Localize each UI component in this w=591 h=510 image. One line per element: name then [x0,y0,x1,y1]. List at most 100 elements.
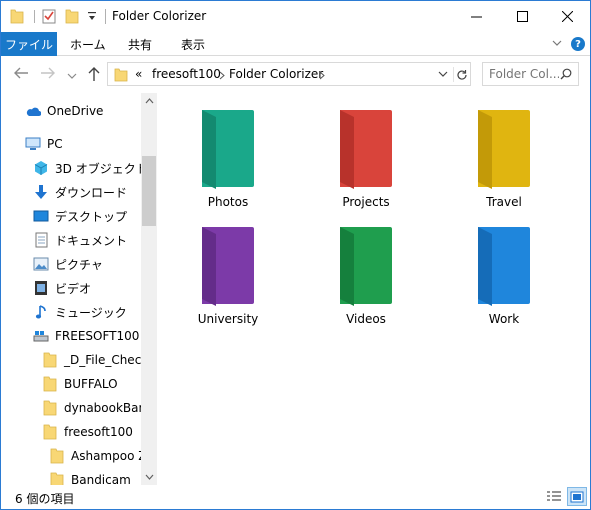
nav-item-pc[interactable]: PC [25,133,63,155]
nav-folder-bandicam[interactable]: Bandicam [49,469,131,485]
nav-item-videos[interactable]: ビデオ [33,277,91,299]
explorer-window: Folder Colorizer ファイル ホーム 共有 表示 ? « free… [0,0,591,510]
properties-icon[interactable] [42,8,56,27]
nav-folder-ashampoo[interactable]: Ashampoo ZI [49,445,150,467]
pc-icon [25,136,41,152]
download-icon [33,184,49,200]
search-box[interactable] [482,62,579,86]
ribbon-tabs: ファイル ホーム 共有 表示 ? [1,32,590,56]
navigation-bar: « freesoft100 Folder Colorizer [1,57,590,93]
folder-icon [42,400,58,416]
search-input[interactable] [489,67,559,81]
nav-folder-freesoft100[interactable]: freesoft100 [42,421,133,443]
scrollbar-thumb[interactable] [142,156,156,226]
search-icon[interactable] [560,68,572,83]
up-arrow-icon[interactable] [87,66,101,85]
nav-label: freesoft100 [64,425,133,439]
new-folder-icon[interactable] [65,8,79,27]
folder-name: Travel [486,195,522,209]
tab-file[interactable]: ファイル [1,32,57,56]
nav-label: ミュージック [55,305,127,320]
3d-objects-icon [33,160,49,176]
scroll-up-icon[interactable] [141,93,157,109]
folder-icon [42,376,58,392]
folder-name: Videos [346,312,386,326]
nav-label: ピクチャ [55,257,103,272]
back-arrow-icon[interactable] [13,66,29,83]
item-count: 6 個の項目 [15,492,75,506]
nav-label: BUFFALO [64,377,118,391]
folder-icon [42,424,58,440]
address-bar[interactable]: « freesoft100 Folder Colorizer [107,62,471,86]
folder-icon [10,8,24,27]
details-view-icon[interactable] [545,489,563,505]
nav-item-desktop[interactable]: デスクトップ [33,205,127,227]
nav-label: ダウンロード [55,185,128,200]
status-bar: 6 個の項目 [1,485,590,509]
title-bar: Folder Colorizer [1,1,590,32]
breadcrumb-freesoft100[interactable]: freesoft100 [152,67,221,81]
pictures-icon [33,256,49,272]
document-icon [33,232,49,248]
nav-item-documents[interactable]: ドキュメント [33,229,127,251]
folder-name: Work [488,312,520,326]
scroll-down-icon[interactable] [141,469,157,485]
folder-icon [42,352,58,368]
expand-ribbon-icon[interactable] [551,37,563,52]
colored-folder-icon [202,110,254,189]
close-button[interactable] [544,1,590,31]
refresh-icon[interactable] [453,67,470,82]
nav-label: OneDrive [47,104,104,118]
folder-name: University [197,312,259,326]
drive-icon [33,328,49,344]
window-title: Folder Colorizer [112,9,207,23]
nav-folder-dynabook[interactable]: dynabookBann [42,397,154,419]
folder-tile-photos[interactable]: Photos [173,107,283,217]
folder-tile-projects[interactable]: Projects [311,107,421,217]
chevron-right-icon[interactable] [319,69,325,83]
maximize-button[interactable] [499,1,545,31]
folder-icon [114,67,128,85]
nav-item-drive-c[interactable]: FREESOFT100 (C: [33,325,157,347]
separator [34,10,35,23]
nav-item-onedrive[interactable]: OneDrive [25,100,103,122]
folder-tile-university[interactable]: University [173,224,283,334]
folder-name: Photos [207,195,249,209]
customize-toolbar-icon[interactable] [87,10,97,25]
nav-label: デスクトップ [55,209,128,224]
tab-share[interactable]: 共有 [128,32,152,56]
minimize-button[interactable] [453,1,499,31]
music-icon [33,304,49,320]
nav-scrollbar[interactable] [141,93,157,485]
forward-arrow-icon[interactable] [40,66,56,83]
nav-label: PC [47,137,63,151]
separator [105,9,106,24]
folder-icon [49,448,65,464]
onedrive-icon [25,103,41,119]
nav-item-3d-objects[interactable]: 3D オブジェクト [33,157,148,179]
nav-item-music[interactable]: ミュージック [33,301,127,323]
tab-view[interactable]: 表示 [181,32,205,56]
folder-tile-travel[interactable]: Travel [449,107,559,217]
folder-tile-videos[interactable]: Videos [311,224,421,334]
nav-label: ビデオ [55,281,92,296]
nav-label: Bandicam [71,473,131,485]
tab-home[interactable]: ホーム [70,32,106,56]
help-icon[interactable]: ? [571,37,585,51]
nav-item-pictures[interactable]: ピクチャ [33,253,103,275]
breadcrumb-folder-colorizer[interactable]: Folder Colorizer [229,67,323,81]
nav-item-downloads[interactable]: ダウンロード [33,181,127,203]
colored-folder-icon [478,110,530,189]
recent-locations-icon[interactable] [67,69,77,83]
folder-tile-work[interactable]: Work [449,224,559,334]
colored-folder-icon [202,227,254,306]
breadcrumb-overflow[interactable]: « [135,67,142,81]
large-icons-view-icon[interactable] [567,487,587,506]
nav-folder-buffalo[interactable]: BUFFALO [42,373,118,395]
navigation-pane: OneDrive PC 3D オブジェクト ダウンロード デスクトップ ドキュメ… [1,93,157,485]
chevron-right-icon[interactable] [219,69,225,83]
folder-icon [49,472,65,485]
address-dropdown-icon[interactable] [437,67,449,84]
folder-name: Projects [342,195,390,209]
nav-folder-d-file-check[interactable]: _D_File_Check [42,349,148,371]
